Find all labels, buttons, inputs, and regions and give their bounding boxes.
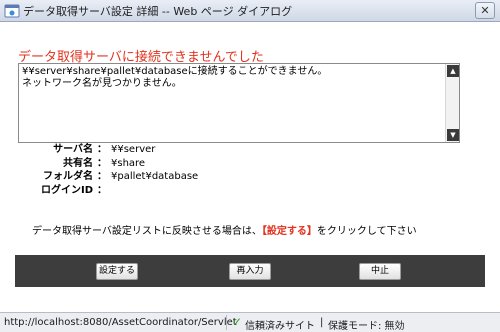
folder-name-row: フォルダ名： ¥pallet¥database — [30, 167, 198, 182]
error-message-text: ¥¥server¥share¥pallet¥databaseに接続することができ… — [22, 66, 328, 89]
instruction-notice: データ取得サーバ設定リストに反映させる場合は、【設定する】をクリックして下さい — [32, 222, 417, 237]
status-divider — [226, 315, 227, 330]
reenter-button[interactable]: 再入力 — [229, 263, 271, 280]
window-title: データ取得サーバ設定 詳細 -- Web ページ ダイアログ — [23, 5, 293, 18]
notice-highlight: 【設定する】 — [261, 226, 317, 237]
status-url: http://localhost:8080/AssetCoordinator/S… — [4, 317, 237, 328]
login-id-row: ログインID ： — [30, 181, 198, 196]
scroll-down-button[interactable]: ▼ — [447, 129, 459, 141]
share-name-row: 共有名： ¥share — [30, 154, 198, 169]
server-name-row: サーバ名： ¥¥server — [30, 140, 198, 155]
check-icon: ✓ — [232, 315, 243, 329]
protected-mode-label: 保護モード: 無効 — [328, 321, 405, 332]
dialog-content: データ取得サーバに接続できませんでした ¥¥server¥share¥palle… — [0, 22, 500, 312]
arrow-up-icon: ▲ — [450, 67, 456, 75]
arrow-down-icon: ▼ — [450, 131, 456, 139]
ie-window-icon — [4, 4, 20, 18]
status-bar: http://localhost:8080/AssetCoordinator/S… — [0, 312, 500, 332]
button-bar: 設定する 再入力 中止 — [15, 255, 485, 287]
notice-suffix: をクリックして下さい — [316, 226, 417, 237]
cancel-button[interactable]: 中止 — [359, 263, 401, 280]
message-scrollbar[interactable]: ▲ ▼ — [445, 64, 459, 142]
scroll-up-button[interactable]: ▲ — [447, 65, 459, 77]
error-message-box[interactable]: ¥¥server¥share¥pallet¥databaseに接続することができ… — [18, 63, 460, 143]
set-button[interactable]: 設定する — [96, 263, 138, 280]
close-button[interactable]: ✕ — [475, 2, 495, 19]
status-pipe: | — [320, 317, 324, 328]
login-id-label: ログインID — [40, 184, 93, 196]
server-info-table: サーバ名： ¥¥server 共有名： ¥share フォルダ名： ¥pallet¥d… — [30, 140, 198, 196]
trusted-site-label: 信頼済みサイト — [245, 321, 315, 332]
login-id-colon: ： — [97, 184, 107, 196]
window-titlebar: データ取得サーバ設定 詳細 -- Web ページ ダイアログ ✕ — [0, 0, 500, 22]
close-icon: ✕ — [480, 4, 490, 17]
notice-prefix: データ取得サーバ設定リストに反映させる場合は、 — [32, 226, 262, 237]
